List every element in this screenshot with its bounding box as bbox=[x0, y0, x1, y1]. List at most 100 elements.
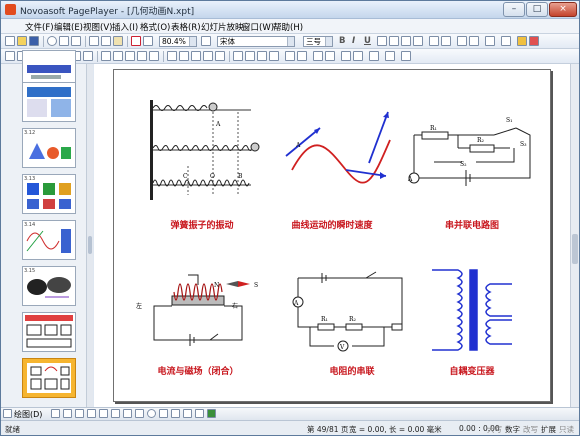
text-box-icon[interactable] bbox=[203, 51, 213, 61]
table-icon[interactable] bbox=[167, 51, 177, 61]
distribute-icon[interactable] bbox=[353, 51, 363, 61]
slide-thumbnail[interactable]: 3.12 bbox=[22, 128, 76, 168]
menu-insert[interactable]: 插入(I) bbox=[112, 21, 138, 33]
maximize-button[interactable]: □ bbox=[526, 2, 548, 17]
shadow-icon[interactable] bbox=[137, 51, 147, 61]
guide-icon[interactable] bbox=[325, 51, 335, 61]
slide-thumbnail[interactable] bbox=[22, 82, 76, 122]
slide-thumbnail-selected[interactable] bbox=[22, 358, 76, 398]
undo-icon[interactable] bbox=[131, 36, 141, 46]
flip-icon[interactable] bbox=[83, 51, 93, 61]
arrow-tool-icon[interactable] bbox=[123, 409, 132, 418]
menu-edit[interactable]: 编辑(E) bbox=[54, 21, 83, 33]
transition-icon[interactable] bbox=[245, 51, 255, 61]
open-icon[interactable] bbox=[17, 36, 27, 46]
text-tool-icon[interactable] bbox=[99, 409, 108, 418]
preview-icon[interactable] bbox=[71, 36, 81, 46]
pointer-icon[interactable] bbox=[87, 409, 96, 418]
scrollbar-thumb[interactable] bbox=[572, 234, 578, 264]
select-icon[interactable] bbox=[51, 409, 60, 418]
minimize-button[interactable]: – bbox=[503, 2, 525, 17]
rectangle-tool-icon[interactable] bbox=[171, 409, 180, 418]
series-r2-label: R₂ bbox=[349, 316, 357, 323]
bullets-icon[interactable] bbox=[429, 36, 439, 46]
separator bbox=[85, 36, 86, 47]
series-parallel-circuit-diagram: A R₁ R₂ S₁ S₂ S₃ 串并联电路图 bbox=[407, 117, 531, 231]
drawing-icon[interactable] bbox=[3, 409, 12, 418]
master-icon[interactable] bbox=[401, 51, 411, 61]
cut-icon[interactable] bbox=[89, 36, 99, 46]
rotate-shape-icon[interactable] bbox=[75, 409, 84, 418]
lock-icon[interactable] bbox=[369, 51, 379, 61]
video-icon[interactable] bbox=[269, 51, 279, 61]
scrollbar-thumb[interactable] bbox=[88, 236, 92, 254]
new-icon[interactable] bbox=[5, 36, 15, 46]
align-right-icon[interactable] bbox=[401, 36, 411, 46]
link-icon[interactable] bbox=[285, 51, 295, 61]
formula-icon[interactable] bbox=[215, 51, 225, 61]
italic-button[interactable]: I bbox=[352, 36, 355, 46]
image-icon[interactable] bbox=[191, 51, 201, 61]
grid-icon[interactable] bbox=[313, 51, 323, 61]
slide-thumbnail[interactable]: 3.15 bbox=[22, 266, 76, 306]
align-center-icon[interactable] bbox=[389, 36, 399, 46]
help-icon[interactable] bbox=[201, 36, 211, 46]
slide-thumbnail[interactable]: 3.13 bbox=[22, 174, 76, 214]
highlight-icon[interactable] bbox=[517, 36, 527, 46]
align-left-icon[interactable] bbox=[377, 36, 387, 46]
chart-icon[interactable] bbox=[179, 51, 189, 61]
line-spacing-icon[interactable] bbox=[485, 36, 495, 46]
fill-icon[interactable] bbox=[101, 51, 111, 61]
zoom-select[interactable]: 80.4% bbox=[159, 36, 197, 47]
font-size-select[interactable]: 三号 bbox=[303, 36, 333, 47]
bold-button[interactable]: B bbox=[339, 36, 345, 46]
3d-icon[interactable] bbox=[149, 51, 159, 61]
save-icon[interactable] bbox=[29, 36, 39, 46]
separator bbox=[127, 36, 128, 47]
animate-icon[interactable] bbox=[233, 51, 243, 61]
ellipse-tool-icon[interactable] bbox=[147, 409, 156, 418]
menu-file[interactable]: 文件(F) bbox=[25, 21, 54, 33]
textbox-tool-icon[interactable] bbox=[183, 409, 192, 418]
indent-icon[interactable] bbox=[457, 36, 467, 46]
slide-scrollbar[interactable] bbox=[570, 64, 579, 407]
numbering-icon[interactable] bbox=[441, 36, 451, 46]
align-objects-icon[interactable] bbox=[341, 51, 351, 61]
copy-icon[interactable] bbox=[101, 36, 111, 46]
menu-slideshow[interactable]: 幻灯片放映 bbox=[201, 21, 244, 33]
format-toolbar bbox=[1, 49, 579, 64]
object-icon[interactable] bbox=[5, 51, 15, 61]
picture-tool-icon[interactable] bbox=[207, 409, 216, 418]
properties-icon[interactable] bbox=[385, 51, 395, 61]
menu-view[interactable]: 视图(V) bbox=[83, 21, 112, 33]
triangle-tool-icon[interactable] bbox=[159, 409, 168, 418]
play-icon[interactable] bbox=[47, 36, 57, 46]
menu-format[interactable]: 格式(O) bbox=[140, 21, 170, 33]
print-icon[interactable] bbox=[59, 36, 69, 46]
font-select[interactable]: 宋体 bbox=[217, 36, 295, 47]
action-icon[interactable] bbox=[297, 51, 307, 61]
delete-icon[interactable] bbox=[63, 409, 72, 418]
slide-thumbnail[interactable] bbox=[22, 312, 76, 352]
wordart-tool-icon[interactable] bbox=[195, 409, 204, 418]
outdent-icon[interactable] bbox=[469, 36, 479, 46]
menu-help[interactable]: 帮助(H) bbox=[273, 21, 303, 33]
curve-tool-icon[interactable] bbox=[135, 409, 144, 418]
line-style-icon[interactable] bbox=[125, 51, 135, 61]
underline-button[interactable]: U bbox=[364, 36, 371, 46]
drawing-menu[interactable]: 绘图(D) bbox=[14, 409, 42, 420]
slide[interactable]: A C O B 弹簧振子的振动 A 曲线运动的瞬时速度 A R₁ R₂ S₁ S… bbox=[113, 69, 551, 402]
line-color-icon[interactable] bbox=[113, 51, 123, 61]
font-color-icon[interactable] bbox=[529, 36, 539, 46]
border-icon[interactable] bbox=[501, 36, 511, 46]
justify-icon[interactable] bbox=[413, 36, 423, 46]
close-button[interactable]: × bbox=[549, 2, 577, 17]
slide-thumbnail[interactable]: 3.14 bbox=[22, 220, 76, 260]
redo-icon[interactable] bbox=[143, 36, 153, 46]
menu-window[interactable]: 窗口(W) bbox=[242, 21, 274, 33]
menu-table[interactable]: 表格(R) bbox=[171, 21, 201, 33]
paste-icon[interactable] bbox=[113, 36, 123, 46]
thumbnail-scrollbar[interactable] bbox=[86, 64, 93, 407]
line-tool-icon[interactable] bbox=[111, 409, 120, 418]
sound-icon[interactable] bbox=[257, 51, 267, 61]
